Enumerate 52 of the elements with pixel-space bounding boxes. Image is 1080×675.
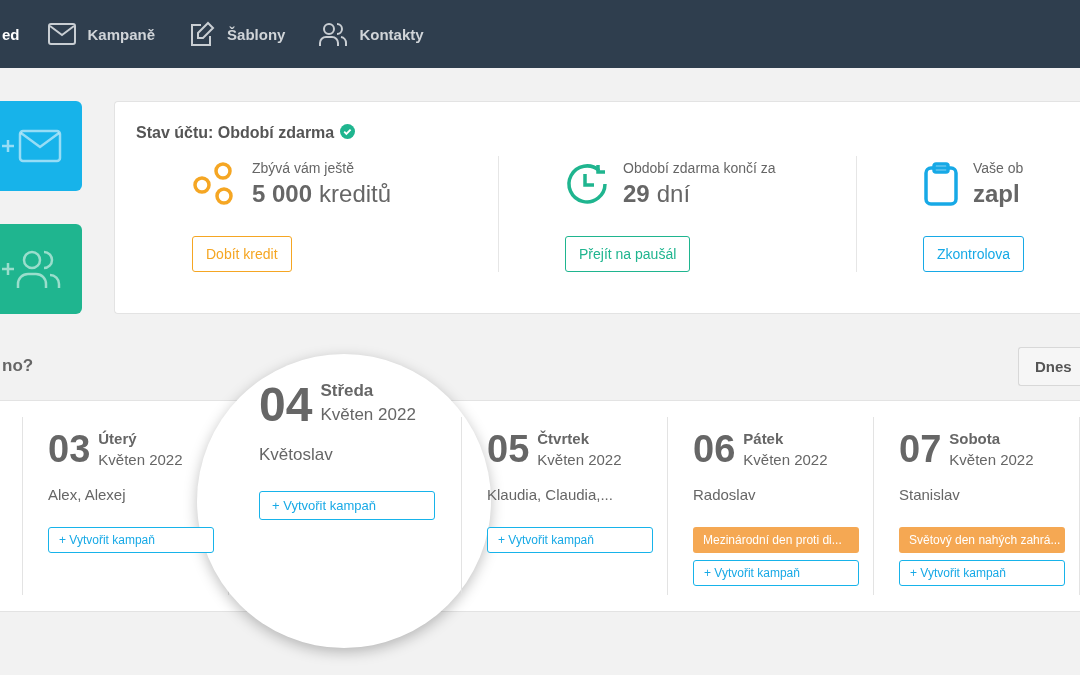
mail-icon [47,22,76,46]
stat-value: 5 000 kreditů [252,180,392,208]
account-status-title: Stav účtu: Období zdarma [136,124,335,142]
month-year: Květen 2022 [98,451,183,468]
create-campaign-button[interactable]: + Vytvořit kampaň [48,527,214,553]
contacts-icon [319,21,348,47]
section-heading: no? [2,356,34,376]
nav-item[interactable]: Kontakty [319,21,424,47]
day-number: 05 [487,428,530,470]
name-day-names: Květoslav [259,445,334,465]
stat-label: Vaše ob [973,160,1024,176]
stat-value: 29 dní [623,180,692,208]
upgrade-button[interactable]: Přejít na paušál [565,236,691,272]
weekday: Úterý [98,430,138,447]
month-year: Květen 2022 [743,451,828,468]
create-campaign-button[interactable]: + Vytvořit kampaň [899,560,1065,586]
new-campaign-tile[interactable] [0,101,82,191]
stat-value: zapl [973,180,1021,208]
weekday: Sobota [949,430,1002,447]
day-number: 03 [48,428,91,470]
event-tag[interactable]: Mezinárodní den proti di... [693,527,859,553]
check-button[interactable]: Zkontrolova [923,236,1025,272]
create-campaign-button[interactable]: + Vytvořit kampaň [487,527,653,553]
month-year: Květen 2022 [320,405,416,425]
name-day-names: Radoslav [693,486,757,503]
add-contacts-icon [0,249,62,289]
clipboard-icon [923,162,959,206]
name-day-names: Stanislav [899,486,961,503]
name-day-names: Klaudia, Claudia,... [487,486,614,503]
day-number: 06 [693,428,736,470]
create-campaign-button[interactable]: + Vytvořit kampaň [259,491,435,520]
stat-label: Zbývá vám ještě [252,160,355,176]
weekday: Pátek [743,430,785,447]
event-tag[interactable]: Světový den nahých zahrá... [899,527,1065,553]
nav-item[interactable]: Šablony [189,21,286,47]
add-mail-icon [0,129,62,163]
month-year: Květen 2022 [949,451,1034,468]
top-up-button[interactable]: Dobít kredit [192,236,292,272]
stat-label: Období zdarma končí za [623,160,776,176]
nav-item[interactable]: Kampaně [47,22,156,46]
name-day-names: Alex, Alexej [48,486,127,503]
weekday: Středa [320,381,375,401]
clock-icon [565,162,609,206]
create-campaign-button[interactable]: + Vytvořit kampaň [693,560,859,586]
edit-icon [189,21,216,47]
day-number: 04 [259,379,313,431]
month-year: Květen 2022 [537,451,622,468]
today-button[interactable]: Dnes [1018,346,1080,386]
nav-item[interactable]: ed [2,25,20,43]
weekday: Čtvrtek [537,430,590,447]
day-number: 07 [899,428,942,470]
new-contact-tile[interactable] [0,224,82,314]
